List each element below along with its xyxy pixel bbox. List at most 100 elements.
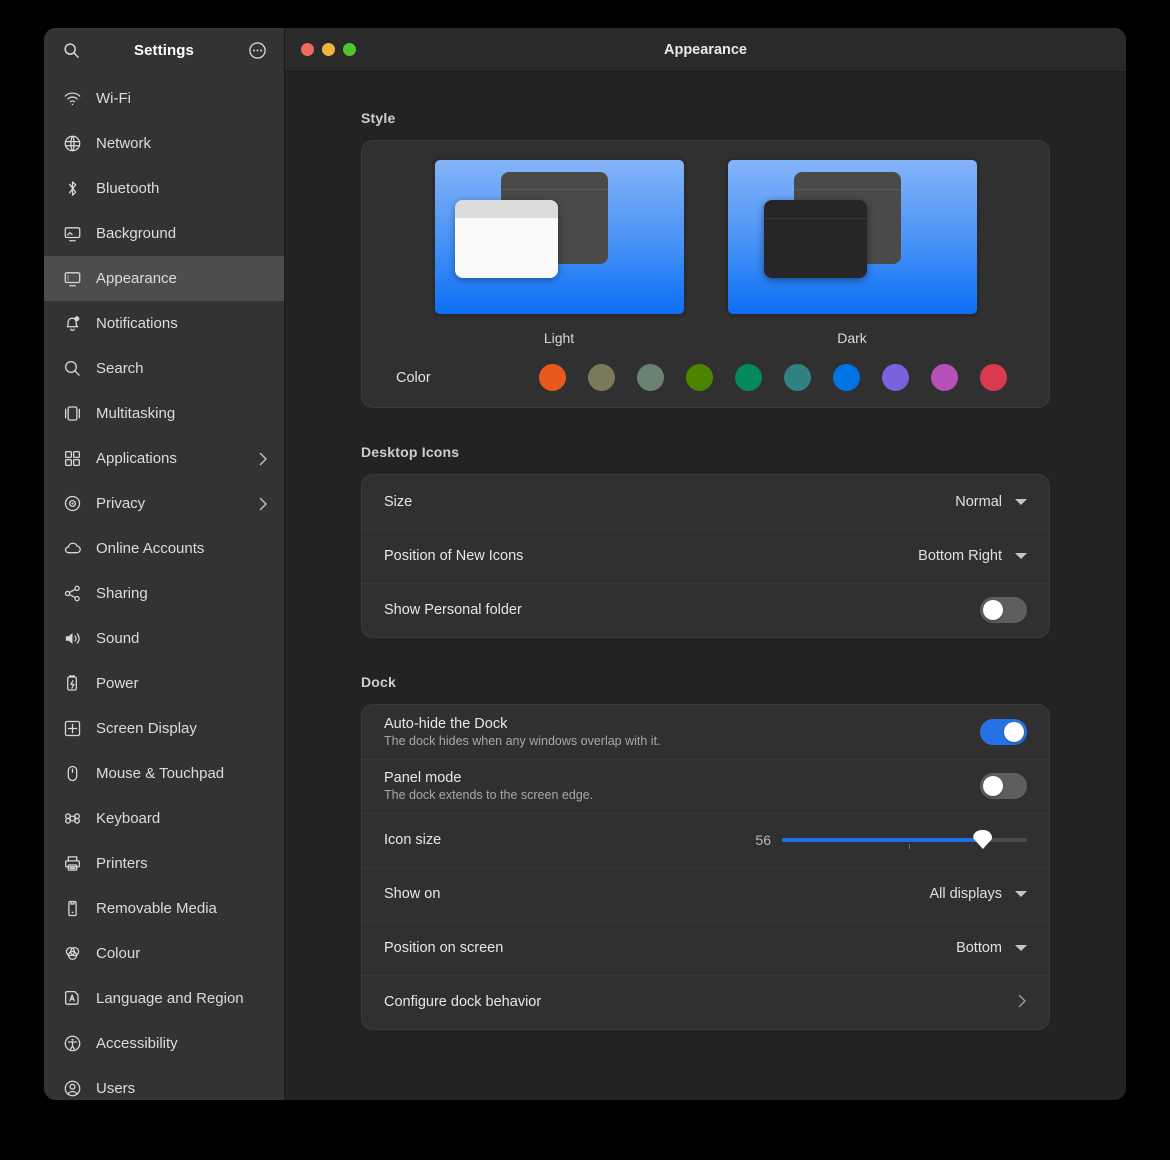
accent-swatch-bark[interactable]	[588, 364, 615, 391]
power-battery-icon	[62, 674, 82, 694]
settings-scroll-area[interactable]: Style Light Dark Color Desktop Icons Siz…	[285, 72, 1126, 1100]
accent-swatch-prussian-green[interactable]	[784, 364, 811, 391]
row-size[interactable]: Size Normal	[362, 475, 1049, 529]
sidebar-title: Settings	[134, 41, 194, 59]
style-option-dark[interactable]: Dark	[724, 157, 980, 346]
sidebar-item-label: Applications	[96, 450, 177, 467]
sidebar-item-multitasking[interactable]: Multitasking	[44, 391, 284, 436]
removable-media-icon	[62, 899, 82, 919]
sidebar-item-bluetooth[interactable]: Bluetooth	[44, 166, 284, 211]
accent-swatch-viridian[interactable]	[735, 364, 762, 391]
sidebar-item-label: Power	[96, 675, 139, 692]
dropdown-position-of-new-icons[interactable]: Bottom Right	[918, 548, 1027, 564]
sidebar-item-notifications[interactable]: Notifications	[44, 301, 284, 346]
sidebar-item-language-and-region[interactable]: Language and Region	[44, 976, 284, 1021]
row-texts: Icon size	[384, 832, 755, 848]
dropdown-value: All displays	[929, 886, 1002, 902]
dropdown-value: Normal	[955, 494, 1002, 510]
sharing-icon	[62, 584, 82, 604]
sidebar-item-label: Online Accounts	[96, 540, 205, 557]
sidebar-item-search[interactable]: Search	[44, 346, 284, 391]
cloud-icon	[62, 539, 82, 559]
screen-display-icon	[62, 719, 82, 739]
content-area: Appearance Style Light Dark Color Deskto…	[285, 28, 1126, 1100]
sidebar-item-sharing[interactable]: Sharing	[44, 571, 284, 616]
accent-swatch-sage[interactable]	[637, 364, 664, 391]
sidebar-item-label: Screen Display	[96, 720, 197, 737]
accent-swatch-olive[interactable]	[686, 364, 713, 391]
row-icon-size[interactable]: Icon size 56	[362, 813, 1049, 867]
sidebar-item-users[interactable]: Users	[44, 1066, 284, 1100]
network-globe-icon	[62, 134, 82, 154]
slider-icon-size[interactable]: 56	[755, 830, 1027, 849]
sidebar-item-keyboard[interactable]: Keyboard	[44, 796, 284, 841]
chevron-right-icon	[1018, 994, 1027, 1011]
sidebar-item-label: Mouse & Touchpad	[96, 765, 225, 782]
chevron-down-icon	[1015, 891, 1027, 897]
row-auto-hide-the-dock[interactable]: Auto-hide the Dock The dock hides when an…	[362, 705, 1049, 759]
more-options-icon[interactable]	[244, 37, 270, 63]
accent-swatch-orange[interactable]	[539, 364, 566, 391]
privacy-icon	[62, 494, 82, 514]
applications-grid-icon	[62, 449, 82, 469]
sidebar-item-colour[interactable]: Colour	[44, 931, 284, 976]
row-texts: Show on	[384, 886, 929, 902]
light-preview-thumbnail	[431, 157, 687, 317]
sidebar-item-wi-fi[interactable]: Wi-Fi	[44, 76, 284, 121]
accent-swatch-magenta[interactable]	[931, 364, 958, 391]
row-panel-mode[interactable]: Panel mode The dock extends to the screen…	[362, 759, 1049, 813]
close-button[interactable]	[301, 43, 314, 56]
accent-swatch-red[interactable]	[980, 364, 1007, 391]
toggle-show-personal-folder[interactable]	[980, 597, 1027, 623]
sidebar-item-printers[interactable]: Printers	[44, 841, 284, 886]
sidebar-item-mouse-touchpad[interactable]: Mouse & Touchpad	[44, 751, 284, 796]
slider-tick-mark	[909, 844, 911, 849]
row-show-personal-folder[interactable]: Show Personal folder	[362, 583, 1049, 637]
row-configure-dock-behavior[interactable]: Configure dock behavior	[362, 975, 1049, 1029]
row-position-on-screen[interactable]: Position on screen Bottom	[362, 921, 1049, 975]
accent-color-row: Color	[386, 364, 1025, 393]
sidebar-item-accessibility[interactable]: Accessibility	[44, 1021, 284, 1066]
wifi-icon	[62, 89, 82, 109]
row-show-on[interactable]: Show on All displays	[362, 867, 1049, 921]
sidebar-item-online-accounts[interactable]: Online Accounts	[44, 526, 284, 571]
sidebar-item-label: Multitasking	[96, 405, 176, 422]
toggle-panel-mode[interactable]	[980, 773, 1027, 799]
slider-handle[interactable]	[973, 830, 993, 849]
printer-icon	[62, 854, 82, 874]
sidebar-item-appearance[interactable]: Appearance	[44, 256, 284, 301]
accessibility-icon	[62, 1034, 82, 1054]
toggle-auto-hide-the-dock[interactable]	[980, 719, 1027, 745]
accent-swatch-blue[interactable]	[833, 364, 860, 391]
bluetooth-icon	[62, 179, 82, 199]
row-title: Show on	[384, 886, 441, 902]
toggle-knob	[983, 776, 1003, 796]
sidebar-item-label: Sound	[96, 630, 140, 647]
sidebar-item-removable-media[interactable]: Removable Media	[44, 886, 284, 931]
sidebar-item-screen-display[interactable]: Screen Display	[44, 706, 284, 751]
dropdown-position-on-screen[interactable]: Bottom	[956, 940, 1027, 956]
sidebar-item-label: Network	[96, 135, 152, 152]
row-position-of-new-icons[interactable]: Position of New Icons Bottom Right	[362, 529, 1049, 583]
style-card: Light Dark Color	[361, 140, 1050, 408]
accent-swatch-purple[interactable]	[882, 364, 909, 391]
sidebar-item-sound[interactable]: Sound	[44, 616, 284, 661]
style-option-light[interactable]: Light	[431, 157, 687, 346]
sidebar-item-label: Wi-Fi	[96, 90, 131, 107]
sidebar-item-power[interactable]: Power	[44, 661, 284, 706]
dropdown-show-on[interactable]: All displays	[929, 886, 1027, 902]
slider-track[interactable]	[782, 830, 1027, 849]
sidebar-item-applications[interactable]: Applications	[44, 436, 284, 481]
minimize-button[interactable]	[322, 43, 335, 56]
sidebar-item-background[interactable]: Background	[44, 211, 284, 256]
desktop-icons-section-heading: Desktop Icons	[361, 444, 460, 460]
toggle-knob	[983, 600, 1003, 620]
sidebar-item-network[interactable]: Network	[44, 121, 284, 166]
sidebar-list: Wi-Fi Network Bluetooth Background Appearanc…	[44, 72, 284, 1100]
desktop-icons-card: Size Normal Position of New Icons Bottom Ri…	[361, 474, 1050, 638]
dropdown-size[interactable]: Normal	[955, 494, 1027, 510]
users-avatar-icon	[62, 1079, 82, 1099]
sidebar-item-privacy[interactable]: Privacy	[44, 481, 284, 526]
search-icon[interactable]	[58, 37, 84, 63]
maximize-button[interactable]	[343, 43, 356, 56]
